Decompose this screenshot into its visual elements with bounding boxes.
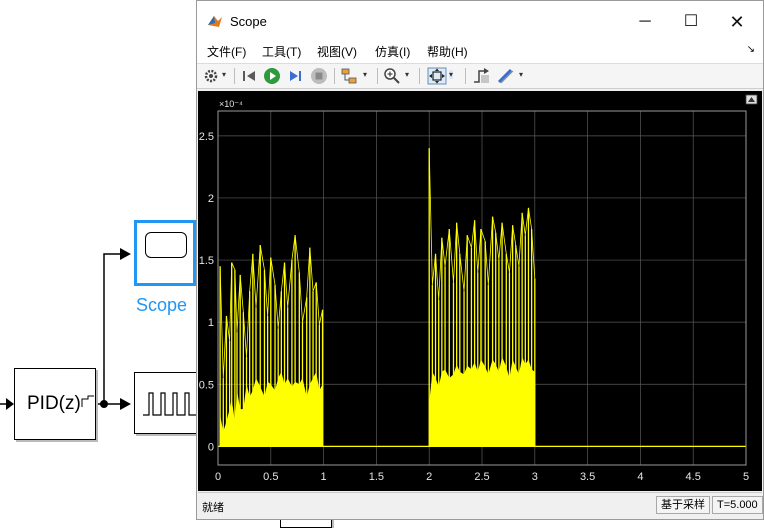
status-bar: 就绪 基于采样 T=5.000 [198,492,763,519]
toolbar-separator [465,68,466,84]
scope-window[interactable]: Scope ─ ☐ ✕ 文件(F) 工具(T) 视图(V) 仿真(I) 帮助(H… [196,0,764,520]
toolbar-separator [419,68,420,84]
y-tick-label: 2.5 [199,131,214,143]
plot-area[interactable]: 0 0.5 1 1.5 2 2.5 3 3.5 4 4.5 5 0 0.5 1 1.5 2 2.5 ×10⁻⁴ [198,91,762,491]
menu-view[interactable]: 视图(V) [317,43,357,60]
gear-icon[interactable] [203,67,219,85]
scope-screen-icon [145,232,187,258]
pid-controller-block[interactable]: PID(z) [14,368,96,440]
scope-chart[interactable]: 0 0.5 1 1.5 2 2.5 3 3.5 4 4.5 5 0 0.5 1 1.5 2 2.5 ×10⁻⁴ [198,91,762,491]
x-tick-label: 4 [637,471,643,483]
menu-file[interactable]: 文件(F) [207,43,246,60]
signal-dropdown-icon[interactable]: ▾ [363,70,367,79]
y-tick-label: 1 [208,317,214,329]
stop-icon[interactable] [310,67,328,85]
sim-time-indicator: T=5.000 [712,496,763,514]
autoscale-icon[interactable] [427,67,447,85]
minimize-button[interactable]: ─ [623,8,667,36]
menu-help[interactable]: 帮助(H) [427,43,468,60]
step-back-icon[interactable] [241,67,259,85]
toolbar: ▾ ▾ ▾ ▾ ▾ [197,63,763,89]
run-icon[interactable] [263,67,281,85]
zoom-in-icon[interactable] [383,67,401,85]
menu-simulation[interactable]: 仿真(I) [375,43,410,60]
pulse-train-icon [143,392,197,416]
pid-block-label: PID(z) [27,393,81,414]
window-title: Scope [230,14,267,29]
title-bar[interactable]: Scope ─ ☐ ✕ [197,1,763,41]
settings-dropdown-icon[interactable]: ▾ [222,70,226,79]
maximize-button[interactable]: ☐ [669,8,713,36]
scope-block[interactable] [134,220,196,286]
x-tick-label: 0.5 [263,471,278,483]
x-tick-label: 5 [743,471,749,483]
x-tick-label: 2 [426,471,432,483]
y-tick-label: 0.5 [199,379,214,391]
x-tick-label: 2.5 [474,471,489,483]
toolbar-separator [234,68,235,84]
undock-arrow-icon[interactable]: ↘ [747,44,755,55]
matlab-icon [208,16,222,27]
discrete-step-icon [81,395,94,407]
menu-bar: 文件(F) 工具(T) 视图(V) 仿真(I) 帮助(H) ↘ [197,41,763,63]
triggers-icon[interactable] [472,67,492,85]
scope-block-label[interactable]: Scope [136,295,187,316]
x-tick-label: 1 [321,471,327,483]
undock-plot-icon[interactable] [745,94,758,105]
x-tick-label: 1.5 [369,471,384,483]
autoscale-dropdown-icon[interactable]: ▾ [449,70,454,79]
step-forward-icon[interactable] [287,67,305,85]
y-tick-label: 1.5 [199,255,214,267]
sample-mode-indicator: 基于采样 [656,496,710,514]
x-tick-label: 3 [532,471,538,483]
measurements-dropdown-icon[interactable]: ▾ [519,70,523,79]
y-exponent-label: ×10⁻⁴ [219,99,243,109]
status-text: 就绪 [202,502,224,514]
zoom-dropdown-icon[interactable]: ▾ [405,70,409,79]
toolbar-separator [334,68,335,84]
y-tick-label: 2 [208,193,214,205]
x-tick-label: 0 [215,471,221,483]
y-tick-label: 0 [208,441,214,453]
x-tick-label: 4.5 [686,471,701,483]
measurements-icon[interactable] [496,67,516,85]
toolbar-separator [377,68,378,84]
menu-tools[interactable]: 工具(T) [262,43,301,60]
x-tick-label: 3.5 [580,471,595,483]
pulse-generator-block[interactable] [134,372,200,434]
signal-select-icon[interactable] [340,67,360,85]
close-button[interactable]: ✕ [715,8,759,36]
